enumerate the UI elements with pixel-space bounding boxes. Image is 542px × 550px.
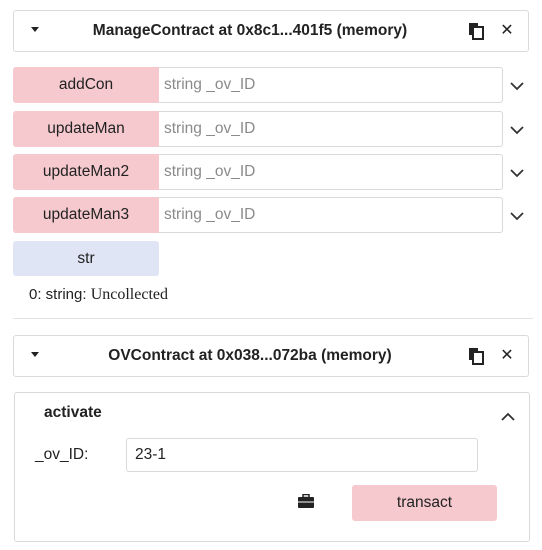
function-row-updateman3: updateMan3	[13, 197, 533, 233]
copy-clipboard-icon[interactable]	[468, 22, 484, 40]
addcon-input[interactable]	[159, 67, 503, 103]
updateman3-input[interactable]	[159, 197, 503, 233]
contract-header-ovcontract[interactable]: OVContract at 0x038...072ba (memory) ✕	[13, 335, 529, 377]
chevron-down-icon[interactable]	[510, 208, 526, 222]
chevron-down-icon[interactable]	[510, 122, 526, 136]
contract-title: ManageContract at 0x8c1...401f5 (memory)	[92, 22, 408, 39]
chevron-up-icon[interactable]	[501, 409, 517, 421]
call-result: 0: string: Uncollected	[29, 286, 168, 304]
result-prefix: 0: string:	[29, 286, 91, 303]
updateman2-input[interactable]	[159, 154, 503, 190]
updateman2-button[interactable]: updateMan2	[13, 154, 159, 190]
chevron-down-icon[interactable]	[510, 165, 526, 179]
contract-title: OVContract at 0x038...072ba (memory)	[108, 347, 392, 364]
result-value: Uncollected	[90, 286, 168, 303]
param-label: _ov_ID:	[35, 446, 89, 463]
updateman3-button[interactable]: updateMan3	[13, 197, 159, 233]
chevron-down-icon[interactable]	[510, 78, 526, 92]
str-call-button[interactable]: str	[13, 241, 159, 276]
briefcase-icon[interactable]	[298, 493, 314, 508]
close-icon[interactable]: ✕	[498, 346, 516, 366]
copy-clipboard-icon[interactable]	[468, 347, 484, 365]
addcon-button[interactable]: addCon	[13, 67, 159, 103]
function-row-updateman: updateMan	[13, 111, 533, 147]
divider	[13, 318, 533, 319]
function-row-addcon: addCon	[13, 67, 533, 103]
close-icon[interactable]: ✕	[498, 21, 516, 41]
function-panel-activate: activate _ov_ID: transact	[14, 392, 530, 542]
ov-id-input[interactable]	[126, 438, 478, 472]
contract-header-managecontract[interactable]: ManageContract at 0x8c1...401f5 (memory)…	[13, 10, 529, 52]
updateman-input[interactable]	[159, 111, 503, 147]
caret-down-icon[interactable]	[30, 25, 40, 35]
deployed-contracts-panel: ManageContract at 0x8c1...401f5 (memory)…	[0, 0, 542, 550]
function-row-updateman2: updateMan2	[13, 154, 533, 190]
updateman-button[interactable]: updateMan	[13, 111, 159, 147]
caret-down-icon[interactable]	[30, 350, 40, 360]
transact-button[interactable]: transact	[352, 485, 497, 521]
function-name: activate	[44, 404, 102, 421]
